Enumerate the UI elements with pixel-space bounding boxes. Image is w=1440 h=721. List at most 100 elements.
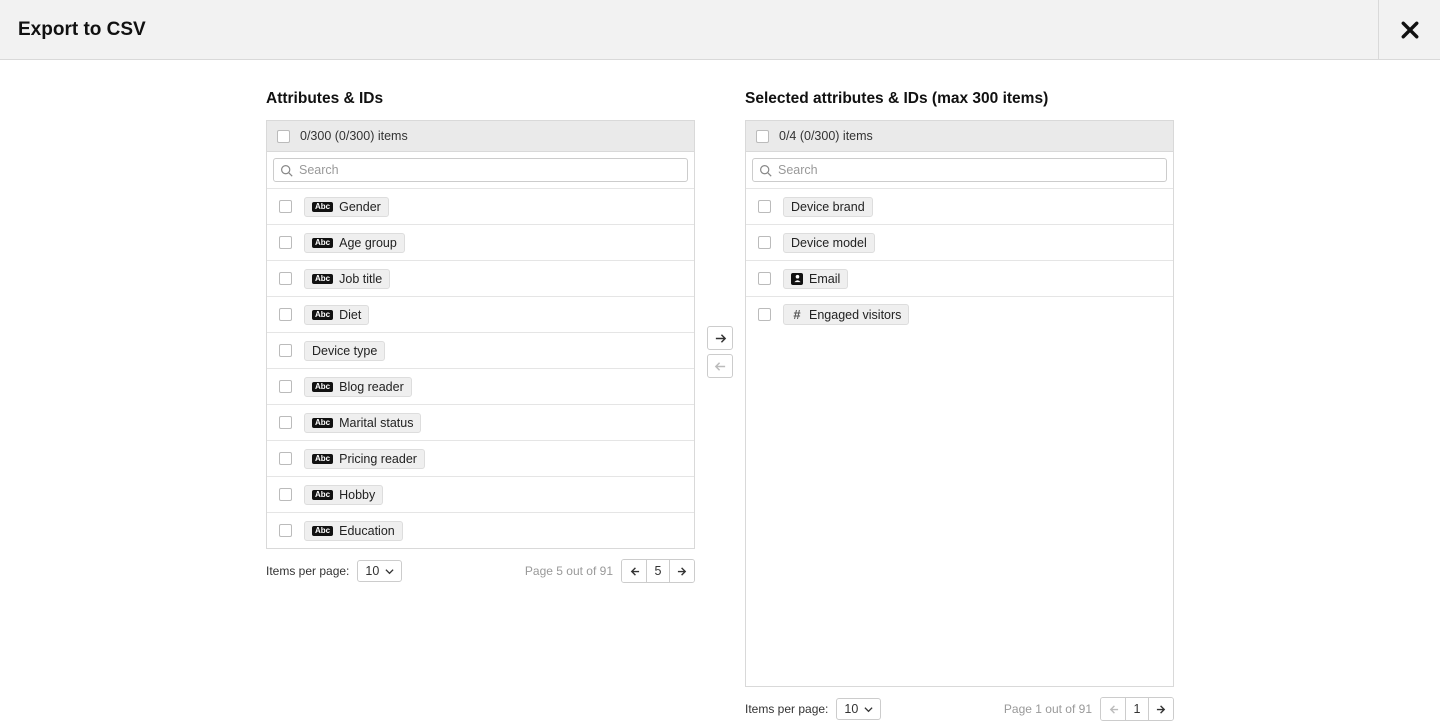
selected-footer: Items per page: 10 Page 1 out of 91 1 <box>745 697 1174 721</box>
list-item: Device model <box>746 224 1173 260</box>
list-item: AbcGender <box>267 188 694 224</box>
item-chip[interactable]: Abc Age group <box>304 233 405 253</box>
available-select-all-checkbox[interactable] <box>277 130 290 143</box>
transfer-controls <box>707 326 733 378</box>
chevron-down-icon <box>864 705 873 714</box>
abc-icon: Abc <box>312 202 333 212</box>
item-checkbox[interactable] <box>279 308 292 321</box>
selected-list-fill <box>746 506 1173 686</box>
available-prev-button[interactable] <box>622 560 646 582</box>
item-chip[interactable]: Abc Job title <box>304 269 390 289</box>
item-chip[interactable]: Device model <box>783 233 875 253</box>
abc-icon: Abc <box>312 454 333 464</box>
item-label: Device model <box>791 236 867 250</box>
close-button[interactable] <box>1378 0 1440 60</box>
available-title: Attributes & IDs <box>266 90 695 108</box>
item-label: Marital status <box>339 416 413 430</box>
available-search-row <box>267 152 694 188</box>
available-per-page-select[interactable]: 10 <box>357 560 402 582</box>
selected-next-button[interactable] <box>1149 698 1173 720</box>
chevron-down-icon <box>385 567 394 576</box>
selected-select-all-row: 0/4 (0/300) items <box>746 121 1173 152</box>
arrow-right-icon <box>1156 704 1167 715</box>
abc-icon: Abc <box>312 310 333 320</box>
item-chip[interactable]: AbcGender <box>304 197 389 217</box>
available-search-input[interactable] <box>299 163 681 177</box>
arrow-left-icon <box>714 360 727 373</box>
arrow-left-icon <box>629 566 640 577</box>
selected-prev-button[interactable] <box>1101 698 1125 720</box>
item-checkbox[interactable] <box>758 272 771 285</box>
item-checkbox[interactable] <box>279 344 292 357</box>
item-checkbox[interactable] <box>758 200 771 213</box>
selected-per-page-select[interactable]: 10 <box>836 698 881 720</box>
item-chip[interactable]: #Engaged visitors <box>783 304 909 325</box>
item-checkbox[interactable] <box>279 452 292 465</box>
item-chip[interactable]: Abc Diet <box>304 305 369 325</box>
search-icon <box>280 164 293 177</box>
item-label: Blog reader <box>339 380 404 394</box>
item-checkbox[interactable] <box>279 488 292 501</box>
list-item: Abc Age group <box>267 224 694 260</box>
abc-icon: Abc <box>312 382 333 392</box>
item-chip[interactable]: AbcHobby <box>304 485 383 505</box>
item-chip[interactable]: Device brand <box>783 197 873 217</box>
item-checkbox[interactable] <box>758 236 771 249</box>
item-chip[interactable]: Email <box>783 269 848 289</box>
selected-search-row <box>746 152 1173 188</box>
move-right-button[interactable] <box>707 326 733 350</box>
selected-pager: 1 <box>1100 697 1174 721</box>
item-checkbox[interactable] <box>279 200 292 213</box>
selected-title: Selected attributes & IDs (max 300 items… <box>745 90 1174 108</box>
available-next-button[interactable] <box>670 560 694 582</box>
selected-panel: Selected attributes & IDs (max 300 items… <box>745 90 1174 721</box>
available-page-input[interactable]: 5 <box>646 560 670 582</box>
hash-icon: # <box>791 307 803 322</box>
selected-select-all-checkbox[interactable] <box>756 130 769 143</box>
item-chip[interactable]: AbcMarital status <box>304 413 421 433</box>
item-label: Age group <box>339 236 397 250</box>
selected-box: 0/4 (0/300) items Device brand Device mod… <box>745 120 1174 687</box>
item-checkbox[interactable] <box>279 272 292 285</box>
available-search-wrap[interactable] <box>273 158 688 182</box>
item-checkbox[interactable] <box>279 524 292 537</box>
list-item: Abc Diet <box>267 296 694 332</box>
item-label: Device type <box>312 344 377 358</box>
item-checkbox[interactable] <box>758 308 771 321</box>
close-icon <box>1401 21 1419 39</box>
selected-page-info: Page 1 out of 91 <box>1004 702 1092 716</box>
abc-icon: Abc <box>312 526 333 536</box>
item-chip[interactable]: AbcPricing reader <box>304 449 425 469</box>
move-left-button[interactable] <box>707 354 733 378</box>
list-item: Abc Job title <box>267 260 694 296</box>
item-label: Job title <box>339 272 382 286</box>
item-label: Email <box>809 272 840 286</box>
item-checkbox[interactable] <box>279 236 292 249</box>
dialog-body: Attributes & IDs 0/300 (0/300) items Abc… <box>0 60 1440 721</box>
search-icon <box>759 164 772 177</box>
item-chip[interactable]: AbcEducation <box>304 521 403 541</box>
item-checkbox[interactable] <box>279 416 292 429</box>
list-item: AbcHobby <box>267 476 694 512</box>
list-item: AbcMarital status <box>267 404 694 440</box>
list-item: Device type <box>267 332 694 368</box>
abc-icon: Abc <box>312 238 333 248</box>
selected-search-input[interactable] <box>778 163 1160 177</box>
dialog-header: Export to CSV <box>0 0 1440 60</box>
item-checkbox[interactable] <box>279 380 292 393</box>
abc-icon: Abc <box>312 274 333 284</box>
item-chip[interactable]: Abc Blog reader <box>304 377 412 397</box>
available-list: AbcGenderAbcAge groupAbcJob titleAbcDiet… <box>267 188 694 548</box>
item-chip[interactable]: Device type <box>304 341 385 361</box>
person-icon <box>791 273 803 285</box>
list-item: AbcPricing reader <box>267 440 694 476</box>
available-page-info: Page 5 out of 91 <box>525 564 613 578</box>
item-label: Diet <box>339 308 361 322</box>
available-panel: Attributes & IDs 0/300 (0/300) items Abc… <box>266 90 695 583</box>
available-per-page-value: 10 <box>365 564 379 578</box>
selected-search-wrap[interactable] <box>752 158 1167 182</box>
selected-page-input[interactable]: 1 <box>1125 698 1149 720</box>
list-item: Abc Blog reader <box>267 368 694 404</box>
item-label: Device brand <box>791 200 865 214</box>
selected-list: Device brand Device model Email #Engaged vi… <box>746 188 1173 506</box>
